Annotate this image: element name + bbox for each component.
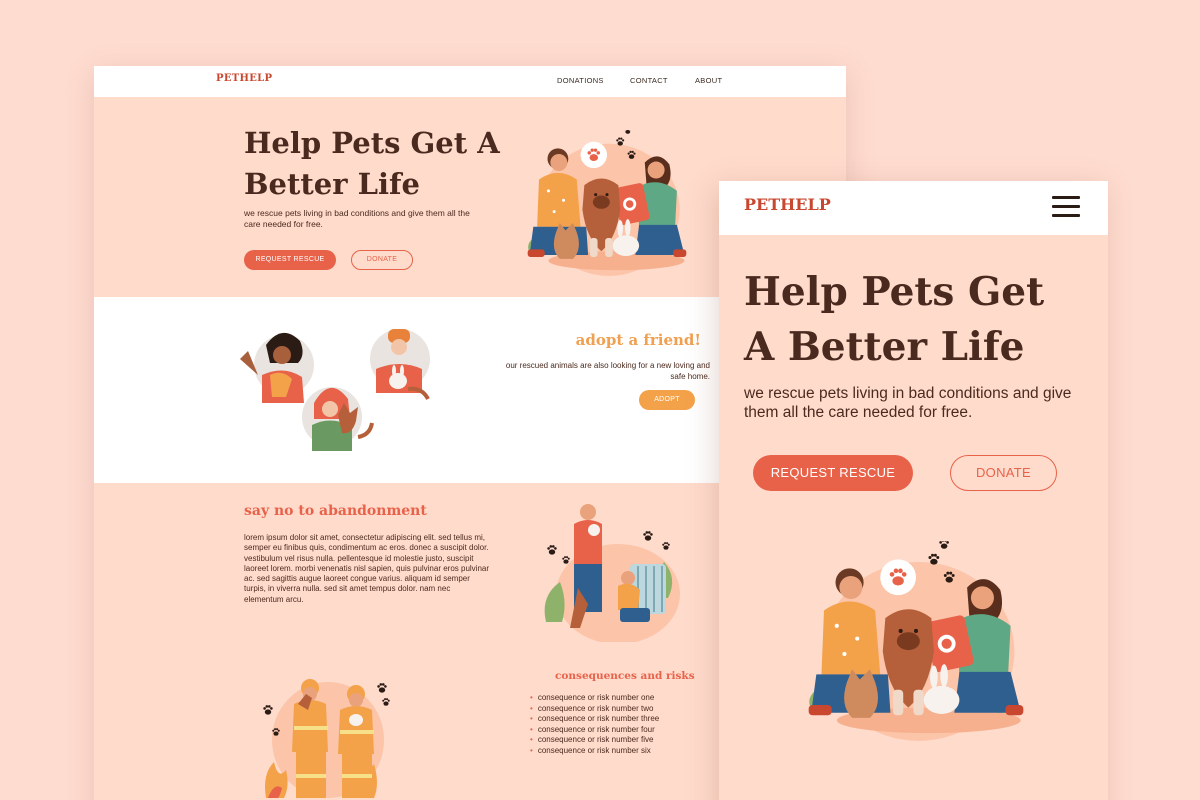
adopt-subtitle: our rescued animals are also looking for… xyxy=(505,361,710,381)
mobile-rescue-illustration xyxy=(801,541,1031,749)
mobile-navbar: PETHELP xyxy=(719,181,1108,235)
list-item: consequence or risk number three xyxy=(530,714,659,725)
donate-button[interactable]: DONATE xyxy=(351,250,413,270)
adopt-title: adopt a friend! xyxy=(575,331,701,349)
mobile-logo[interactable]: PETHELP xyxy=(744,195,831,214)
consequences-title: consequences and risks xyxy=(555,670,695,682)
list-item: consequence or risk number one xyxy=(530,693,659,704)
mobile-hero-title: Help Pets Get A Better Life xyxy=(744,269,1045,370)
mobile-request-rescue-button[interactable]: REQUEST RESCUE xyxy=(753,455,913,491)
abandonment-body: lorem ipsum dolor sit amet, consectetur … xyxy=(244,533,490,604)
hero-rescue-illustration xyxy=(522,130,692,280)
nav-item-about[interactable]: ABOUT xyxy=(695,76,722,85)
consequences-list: consequence or risk number one consequen… xyxy=(530,693,659,757)
mobile-donate-button[interactable]: DONATE xyxy=(950,455,1057,491)
list-item: consequence or risk number two xyxy=(530,704,659,715)
adopt-button[interactable]: ADOPT xyxy=(639,390,695,410)
list-item: consequence or risk number four xyxy=(530,725,659,736)
nav-item-contact[interactable]: CONTACT xyxy=(630,76,668,85)
desktop-hero-title: Help Pets Get A Better Life xyxy=(244,126,500,201)
abandonment-illustration xyxy=(544,504,680,642)
list-item: consequence or risk number six xyxy=(530,746,659,757)
desktop-navbar: PETHELP DONATIONS CONTACT ABOUT xyxy=(94,66,846,97)
list-item: consequence or risk number five xyxy=(530,735,659,746)
desktop-hero-subtitle: we rescue pets living in bad conditions … xyxy=(244,208,470,229)
request-rescue-button[interactable]: REQUEST RESCUE xyxy=(244,250,336,270)
firefighters-illustration xyxy=(263,679,390,798)
abandonment-title: say no to abandonment xyxy=(244,503,427,519)
desktop-logo[interactable]: PETHELP xyxy=(216,73,272,84)
hamburger-icon[interactable] xyxy=(1052,196,1080,218)
nav-item-donations[interactable]: DONATIONS xyxy=(557,76,604,85)
mobile-mockup: PETHELP Help Pets Get A Better Life we r… xyxy=(719,181,1108,800)
adopt-illustration xyxy=(240,329,430,451)
mobile-hero-subtitle: we rescue pets living in bad conditions … xyxy=(744,385,1072,421)
